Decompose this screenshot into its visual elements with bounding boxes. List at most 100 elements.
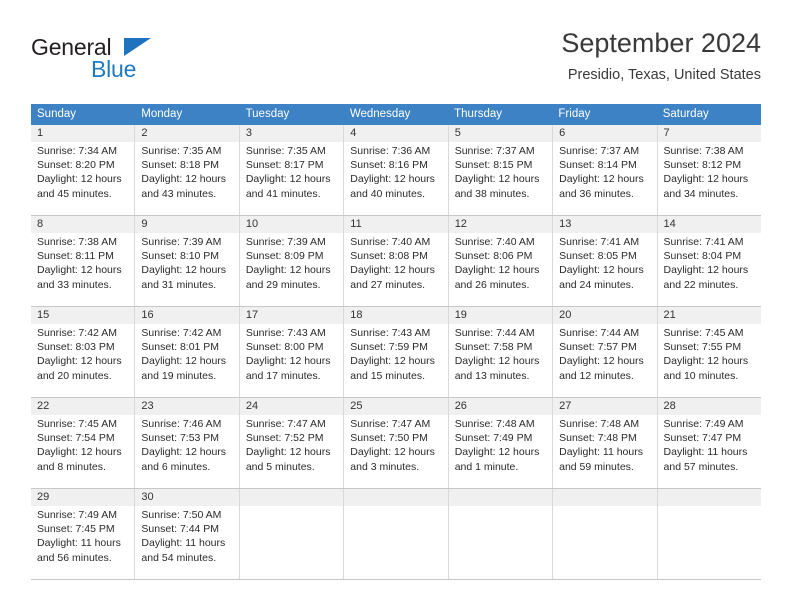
calendar-day-cell[interactable]: 27 Sunrise: 7:48 AM Sunset: 7:48 PM Dayligh… (553, 398, 658, 488)
day-detail-line: Sunset: 8:05 PM (559, 250, 637, 263)
day-number: 10 (245, 218, 259, 230)
day-detail-line: Sunrise: 7:35 AM (141, 145, 222, 157)
day-number: 13 (559, 218, 572, 230)
day-details: Sunrise: 7:45 AM Sunset: 7:54 PM Daylight:… (37, 417, 128, 474)
calendar-day-cell[interactable]: 6 Sunrise: 7:37 AM Sunset: 8:14 PM Daylight… (553, 125, 658, 215)
calendar-day-cell[interactable]: 5 Sunrise: 7:37 AM Sunset: 8:15 PM Daylight… (449, 125, 554, 215)
calendar-day-cell[interactable]: 22 Sunrise: 7:45 AM Sunset: 7:54 PM Dayligh… (31, 398, 136, 488)
day-detail-line: Daylight: 12 hours (350, 446, 435, 459)
day-detail-line: and 20 minutes. (37, 369, 112, 382)
day-detail-line: and 3 minutes. (350, 460, 420, 473)
day-detail-line: Daylight: 12 hours (245, 264, 331, 277)
day-detail-line: and 34 minutes. (663, 187, 739, 200)
day-detail-line: Sunset: 7:48 PM (559, 432, 637, 445)
day-number: 19 (454, 309, 467, 321)
day-detail-line: Daylight: 12 hours (350, 173, 435, 186)
page-header: General Blue September 2024 Presidio, Te… (31, 26, 761, 98)
day-detail-line: Sunset: 8:11 PM (37, 250, 114, 263)
calendar-week-row: 15 Sunrise: 7:42 AM Sunset: 8:03 PM Dayligh… (31, 307, 761, 398)
calendar-day-cell[interactable]: 20 Sunrise: 7:44 AM Sunset: 7:57 PM Dayligh… (553, 307, 658, 397)
day-detail-line: Daylight: 12 hours (559, 173, 644, 186)
day-details: Sunrise: 7:41 AM Sunset: 8:05 PM Daylight:… (559, 235, 650, 292)
calendar-day-cell[interactable]: 18 Sunrise: 7:43 AM Sunset: 7:59 PM Dayligh… (344, 307, 449, 397)
day-number: 29 (37, 491, 50, 503)
day-number: 4 (350, 127, 357, 139)
day-details: Sunrise: 7:47 AM Sunset: 7:50 PM Daylight:… (350, 417, 441, 474)
calendar-day-cell[interactable]: 8 Sunrise: 7:38 AM Sunset: 8:11 PM Daylight… (31, 216, 136, 306)
day-detail-line: Sunrise: 7:42 AM (37, 327, 117, 339)
day-number: 30 (141, 491, 154, 503)
day-details: Sunrise: 7:41 AM Sunset: 8:04 PM Daylight:… (664, 235, 755, 292)
day-detail-line: Daylight: 11 hours (559, 446, 643, 459)
day-number: 17 (245, 309, 259, 321)
calendar-day-cell[interactable]: 17 Sunrise: 7:43 AM Sunset: 8:00 PM Dayligh… (240, 307, 345, 397)
day-detail-line: Sunrise: 7:47 AM (245, 418, 326, 430)
calendar-page: General Blue September 2024 Presidio, Te… (0, 0, 792, 612)
day-details: Sunrise: 7:37 AM Sunset: 8:15 PM Daylight:… (455, 144, 546, 201)
day-details: Sunrise: 7:34 AM Sunset: 8:20 PM Daylight:… (37, 144, 128, 201)
calendar-day-cell[interactable]: 11 Sunrise: 7:40 AM Sunset: 8:08 PM Dayligh… (344, 216, 449, 306)
day-detail-line: and 36 minutes. (559, 187, 634, 200)
day-detail-line: Sunrise: 7:38 AM (37, 236, 117, 248)
calendar-day-cell[interactable]: 10 Sunrise: 7:39 AM Sunset: 8:09 PM Dayligh… (240, 216, 345, 306)
calendar-day-cell[interactable]: 24 Sunrise: 7:47 AM Sunset: 7:52 PM Dayligh… (240, 398, 345, 488)
day-detail-line: Sunrise: 7:45 AM (663, 327, 744, 339)
day-number: 5 (454, 127, 461, 139)
day-detail-line: Sunset: 7:59 PM (350, 341, 428, 354)
calendar-day-cell[interactable]: 30 Sunrise: 7:50 AM Sunset: 7:44 PM Dayligh… (135, 489, 240, 579)
day-detail-line: Sunset: 8:18 PM (141, 159, 220, 172)
weekday-header-sunday: Sunday (37, 108, 77, 120)
calendar-day-cell[interactable]: 4 Sunrise: 7:36 AM Sunset: 8:16 PM Daylight… (344, 125, 449, 215)
weekday-header-tuesday: Tuesday (245, 108, 290, 120)
calendar-day-cell[interactable]: 7 Sunrise: 7:38 AM Sunset: 8:12 PM Daylight… (658, 125, 761, 215)
day-details: Sunrise: 7:40 AM Sunset: 8:08 PM Daylight:… (350, 235, 441, 292)
day-detail-line: Daylight: 12 hours (454, 446, 540, 459)
day-detail-line: Daylight: 12 hours (454, 173, 540, 186)
day-detail-line: Daylight: 12 hours (559, 355, 644, 368)
calendar-day-cell[interactable]: 13 Sunrise: 7:41 AM Sunset: 8:05 PM Dayligh… (553, 216, 658, 306)
calendar-day-cell[interactable]: 14 Sunrise: 7:41 AM Sunset: 8:04 PM Dayligh… (658, 216, 761, 306)
day-detail-line: and 31 minutes. (141, 278, 217, 291)
calendar-week-row: 1 Sunrise: 7:34 AM Sunset: 8:20 PM Daylight… (31, 125, 761, 216)
calendar-day-cell[interactable]: 23 Sunrise: 7:46 AM Sunset: 7:53 PM Dayligh… (135, 398, 240, 488)
general-blue-logo[interactable]: General Blue (31, 34, 231, 90)
day-details: Sunrise: 7:46 AM Sunset: 7:53 PM Daylight:… (141, 417, 232, 474)
day-detail-line: and 24 minutes. (559, 278, 634, 291)
day-detail-line: Sunrise: 7:39 AM (141, 236, 222, 248)
calendar-day-cell[interactable]: 28 Sunrise: 7:49 AM Sunset: 7:47 PM Dayligh… (658, 398, 761, 488)
day-detail-line: Sunset: 7:50 PM (350, 432, 428, 445)
calendar-day-cell[interactable]: 29 Sunrise: 7:49 AM Sunset: 7:45 PM Dayligh… (31, 489, 136, 579)
day-detail-line: Daylight: 12 hours (141, 446, 227, 459)
calendar-day-cell[interactable]: 21 Sunrise: 7:45 AM Sunset: 7:55 PM Dayligh… (658, 307, 761, 397)
day-detail-line: Sunset: 8:12 PM (663, 159, 742, 172)
day-detail-line: Sunset: 8:09 PM (245, 250, 324, 263)
day-detail-line: and 17 minutes. (245, 369, 321, 382)
calendar-day-cell[interactable]: 19 Sunrise: 7:44 AM Sunset: 7:58 PM Dayligh… (449, 307, 554, 397)
day-number: 7 (663, 127, 670, 139)
calendar-day-cell[interactable]: 2 Sunrise: 7:35 AM Sunset: 8:18 PM Daylight… (135, 125, 240, 215)
page-title: September 2024 (561, 28, 761, 58)
day-detail-line: and 29 minutes. (245, 278, 321, 291)
day-detail-line: Sunrise: 7:43 AM (245, 327, 326, 339)
day-detail-line: Sunset: 7:55 PM (663, 341, 742, 354)
day-detail-line: and 5 minutes. (245, 460, 315, 473)
calendar-day-cell[interactable]: 25 Sunrise: 7:47 AM Sunset: 7:50 PM Dayligh… (344, 398, 449, 488)
day-detail-line: and 8 minutes. (37, 460, 106, 473)
calendar-day-cell[interactable]: 3 Sunrise: 7:35 AM Sunset: 8:17 PM Daylight… (240, 125, 345, 215)
day-detail-line: Sunset: 8:06 PM (454, 250, 533, 263)
calendar-day-cell[interactable]: 1 Sunrise: 7:34 AM Sunset: 8:20 PM Daylight… (31, 125, 136, 215)
calendar-day-cell[interactable]: 16 Sunrise: 7:42 AM Sunset: 8:01 PM Dayligh… (135, 307, 240, 397)
weekday-header-monday: Monday (141, 108, 183, 120)
day-number: 15 (37, 309, 50, 321)
day-details: Sunrise: 7:36 AM Sunset: 8:16 PM Daylight:… (350, 144, 441, 201)
day-details: Sunrise: 7:35 AM Sunset: 8:17 PM Daylight:… (246, 144, 337, 201)
day-detail-line: Sunrise: 7:35 AM (245, 145, 326, 157)
day-number: 3 (245, 127, 252, 139)
calendar-day-cell[interactable]: 9 Sunrise: 7:39 AM Sunset: 8:10 PM Daylight… (135, 216, 240, 306)
calendar-day-cell[interactable]: 15 Sunrise: 7:42 AM Sunset: 8:03 PM Dayligh… (31, 307, 136, 397)
day-detail-line: Sunrise: 7:44 AM (454, 327, 535, 339)
triangle-icon (124, 38, 151, 56)
calendar-day-cell[interactable]: 12 Sunrise: 7:40 AM Sunset: 8:06 PM Dayligh… (449, 216, 554, 306)
calendar-day-cell[interactable]: 26 Sunrise: 7:48 AM Sunset: 7:49 PM Dayligh… (449, 398, 554, 488)
day-detail-line: and 12 minutes. (559, 369, 634, 382)
